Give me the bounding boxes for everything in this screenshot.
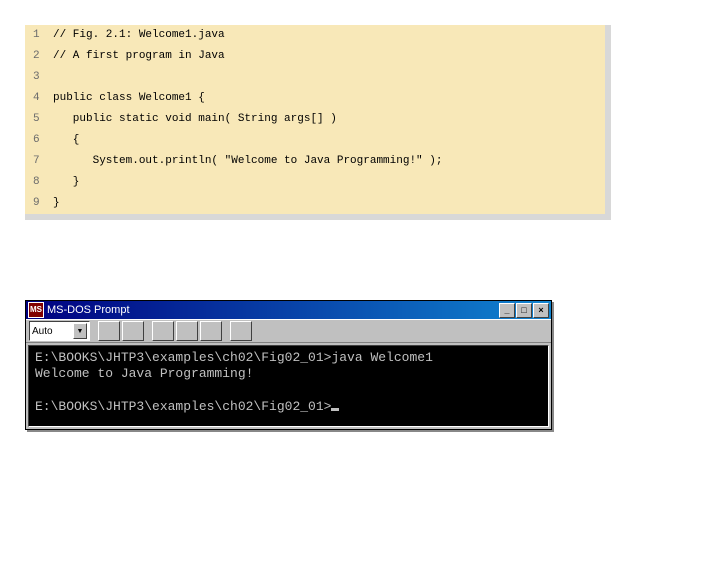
maximize-button[interactable]: □: [516, 303, 532, 318]
window-title: MS-DOS Prompt: [47, 304, 499, 316]
line-number: 8: [33, 177, 53, 188]
code-line: 6 {: [25, 130, 605, 151]
code-line: 3: [25, 67, 605, 88]
code-line: 2 // A first program in Java: [25, 46, 605, 67]
line-content: {: [53, 135, 79, 146]
dropdown-value: Auto: [32, 326, 53, 337]
line-content: public class Welcome1 {: [53, 93, 205, 104]
chevron-down-icon: ▼: [73, 323, 87, 339]
toolbar-button[interactable]: [122, 321, 144, 341]
code-line: 8 }: [25, 172, 605, 193]
font-size-dropdown[interactable]: Auto ▼: [29, 321, 90, 341]
code-listing: 1 // Fig. 2.1: Welcome1.java 2 // A firs…: [25, 25, 611, 220]
code-line: 7 System.out.println( "Welcome to Java P…: [25, 151, 605, 172]
line-content: System.out.println( "Welcome to Java Pro…: [53, 156, 442, 167]
toolbar-button[interactable]: [176, 321, 198, 341]
line-number: 4: [33, 93, 53, 104]
toolbar: Auto ▼: [26, 319, 551, 343]
console-line: Welcome to Java Programming!: [35, 366, 253, 381]
dos-window: MS MS-DOS Prompt _ □ × Auto ▼ E:\BOOKS\J…: [25, 300, 552, 430]
toolbar-button[interactable]: [200, 321, 222, 341]
code-line: 4 public class Welcome1 {: [25, 88, 605, 109]
line-number: 9: [33, 198, 53, 209]
console-line: E:\BOOKS\JHTP3\examples\ch02\Fig02_01>ja…: [35, 350, 433, 365]
line-number: 6: [33, 135, 53, 146]
minimize-button[interactable]: _: [499, 303, 515, 318]
line-content: // A first program in Java: [53, 51, 225, 62]
close-button[interactable]: ×: [533, 303, 549, 318]
code-line: 5 public static void main( String args[]…: [25, 109, 605, 130]
line-content: }: [53, 198, 60, 209]
code-line: 1 // Fig. 2.1: Welcome1.java: [25, 25, 605, 46]
toolbar-button[interactable]: [230, 321, 252, 341]
line-number: 3: [33, 72, 53, 83]
line-number: 2: [33, 51, 53, 62]
toolbar-button[interactable]: [98, 321, 120, 341]
line-content: // Fig. 2.1: Welcome1.java: [53, 30, 225, 41]
title-bar[interactable]: MS MS-DOS Prompt _ □ ×: [26, 301, 551, 319]
line-number: 5: [33, 114, 53, 125]
line-content: public static void main( String args[] ): [53, 114, 337, 125]
line-content: }: [53, 177, 79, 188]
dos-icon: MS: [28, 302, 44, 318]
cursor-icon: [331, 408, 339, 411]
line-number: 7: [33, 156, 53, 167]
toolbar-button[interactable]: [152, 321, 174, 341]
console-line: E:\BOOKS\JHTP3\examples\ch02\Fig02_01>: [35, 399, 331, 414]
console-output[interactable]: E:\BOOKS\JHTP3\examples\ch02\Fig02_01>ja…: [28, 345, 549, 427]
line-number: 1: [33, 30, 53, 41]
code-line: 9 }: [25, 193, 605, 214]
window-buttons: _ □ ×: [499, 303, 549, 318]
